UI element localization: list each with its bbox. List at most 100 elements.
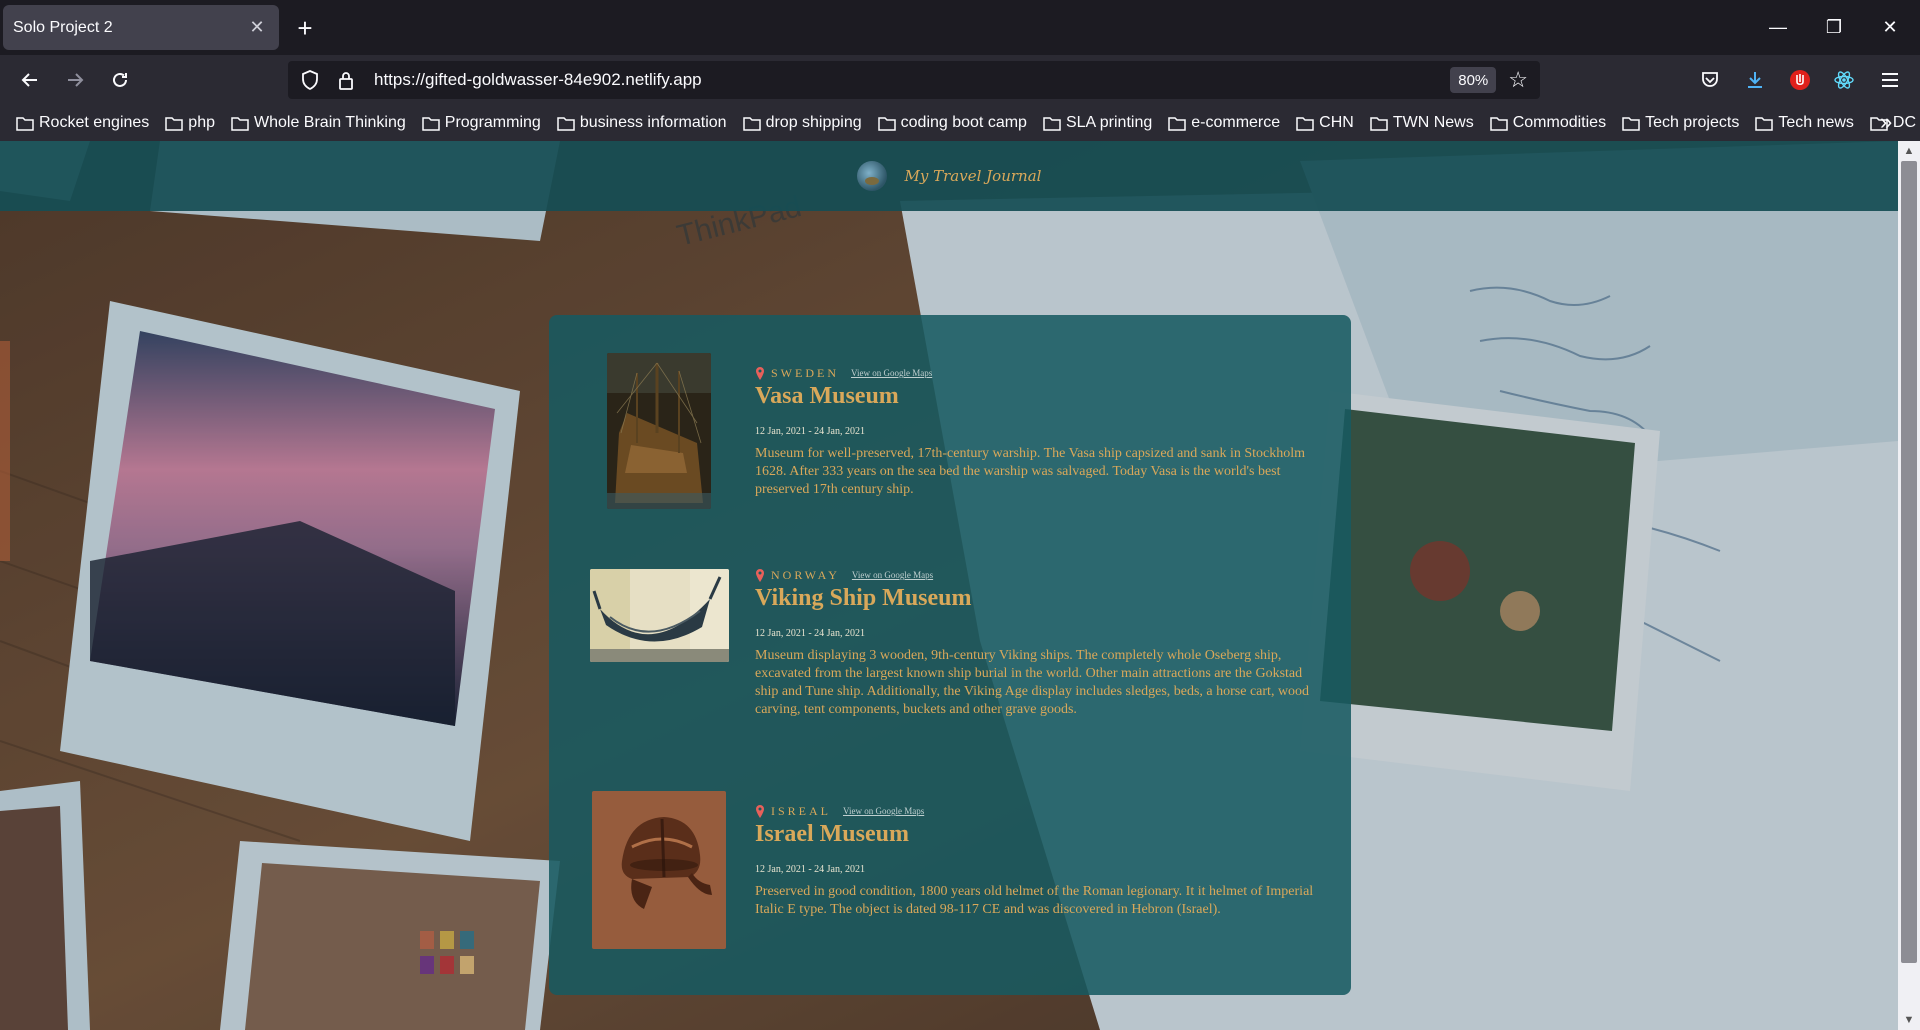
folder-icon (422, 116, 440, 131)
country-label: ISREAL (771, 803, 831, 818)
bookmark-folder[interactable]: SLA printing (1041, 109, 1156, 137)
bookmark-label: drop shipping (765, 114, 862, 131)
roman-helmet-photo (592, 791, 726, 949)
vasa-ship-photo (607, 353, 711, 509)
bookmark-folder[interactable]: Commodities (1488, 109, 1610, 137)
scrollbar-thumb[interactable] (1901, 161, 1917, 963)
entry-title: Viking Ship Museum (755, 585, 972, 611)
folder-icon (1755, 116, 1774, 131)
pocket-icon[interactable] (1697, 67, 1723, 93)
scroll-down-arrow-icon[interactable]: ▼ (1898, 1010, 1920, 1030)
folder-icon (877, 116, 896, 131)
bookmark-folder[interactable]: e-commerce (1166, 109, 1284, 137)
bookmark-folder[interactable]: Rocket engines (14, 109, 153, 137)
folder-icon (1489, 116, 1508, 131)
navigation-toolbar: https://gifted-goldwasser-84e902.netlify… (0, 55, 1920, 105)
viking-ship-photo (590, 569, 729, 662)
folder-icon (742, 116, 761, 131)
reload-button[interactable] (104, 64, 136, 96)
bookmark-label: Commodities (1512, 114, 1607, 131)
restore-button[interactable]: ❐ (1806, 8, 1862, 46)
address-bar[interactable]: https://gifted-goldwasser-84e902.netlify… (288, 61, 1540, 99)
entry-info: ISREAL View on Google Maps Israel Museum… (755, 803, 1315, 919)
bookmark-label: php (188, 114, 215, 131)
browser-tab[interactable]: Solo Project 2 ✕ (3, 5, 279, 50)
country-label: SWEDEN (771, 365, 839, 380)
tab-strip: Solo Project 2 ✕ + — ❐ ✕ (0, 0, 1920, 55)
bookmark-star-icon[interactable]: ☆ (1508, 67, 1528, 93)
bookmarks-overflow-chevron-icon[interactable]: » (1880, 109, 1892, 135)
map-pin-icon (756, 568, 764, 582)
url-text[interactable]: https://gifted-goldwasser-84e902.netlify… (374, 70, 1450, 90)
folder-icon (165, 116, 184, 131)
scroll-up-arrow-icon[interactable]: ▲ (1898, 141, 1920, 161)
bookmark-label: Rocket engines (39, 114, 150, 131)
bookmark-folder[interactable]: Tech projects (1620, 109, 1743, 137)
bookmark-folder[interactable]: Tech news (1753, 109, 1858, 137)
globe-logo-icon (856, 161, 887, 191)
reload-icon (113, 72, 127, 87)
bookmark-label: Programming (444, 114, 541, 131)
bookmark-folder[interactable]: drop shipping (741, 109, 866, 137)
new-tab-button[interactable]: + (290, 13, 320, 43)
folder-icon (1622, 116, 1640, 131)
lock-icon[interactable] (334, 68, 358, 92)
ublock-extension-icon[interactable] (1787, 67, 1813, 93)
close-window-button[interactable]: ✕ (1862, 8, 1918, 46)
location-line: SWEDEN View on Google Maps (755, 365, 1315, 381)
bookmark-label: business information (579, 114, 727, 131)
folder-icon (16, 116, 34, 131)
map-pin-icon (756, 804, 764, 818)
folder-icon (1296, 116, 1314, 131)
bookmark-folder[interactable]: php (163, 109, 219, 137)
bookmark-folder[interactable]: DC trip (1868, 109, 1920, 137)
downloads-icon[interactable] (1742, 67, 1768, 93)
site-title: My Travel Journal (904, 167, 1042, 185)
bookmark-folder[interactable]: coding boot camp (876, 109, 1031, 137)
entry-description: Museum displaying 3 wooden, 9th-century … (755, 648, 1310, 717)
bookmark-label: SLA printing (1065, 114, 1153, 131)
entry-description: Museum for well-preserved, 17th-century … (755, 446, 1306, 497)
minimize-button[interactable]: — (1750, 8, 1806, 46)
back-arrow-icon (21, 73, 37, 87)
google-maps-link[interactable]: View on Google Maps (851, 368, 932, 378)
folder-icon (1168, 116, 1186, 131)
bookmark-label: TWN News (1392, 114, 1474, 131)
bookmark-folder[interactable]: Programming (420, 109, 545, 137)
bookmark-folder[interactable]: Whole Brain Thinking (229, 109, 410, 137)
folder-icon (1043, 116, 1061, 131)
entry-title: Israel Museum (755, 821, 909, 847)
map-pin-icon (756, 366, 764, 380)
journal-card: SWEDEN View on Google Maps Vasa Museum 1… (549, 315, 1351, 995)
entry-info: SWEDEN View on Google Maps Vasa Museum 1… (755, 365, 1315, 499)
bookmark-label: Tech projects (1645, 114, 1740, 131)
folder-icon (557, 116, 575, 131)
entry-info: NORWAY View on Google Maps Viking Ship M… (755, 567, 1315, 719)
google-maps-link[interactable]: View on Google Maps (852, 570, 933, 580)
bookmark-label: DC trip (1892, 114, 1920, 131)
bookmark-folder[interactable]: CHN (1294, 109, 1358, 137)
back-button[interactable] (14, 64, 46, 96)
entry-description: Preserved in good condition, 1800 years … (755, 884, 1314, 917)
zoom-level-badge[interactable]: 80% (1450, 67, 1497, 93)
bookmark-label: Whole Brain Thinking (254, 114, 406, 131)
forward-button[interactable] (59, 64, 91, 96)
forward-arrow-icon (68, 73, 84, 87)
folder-icon (1370, 116, 1388, 131)
react-devtools-icon[interactable] (1831, 67, 1857, 93)
entry-title: Vasa Museum (755, 383, 899, 409)
bookmark-folder[interactable]: TWN News (1368, 109, 1478, 137)
bookmark-label: CHN (1319, 114, 1354, 131)
page-viewport: ThinkPad My Travel Journal SWEDEN View o… (0, 141, 1898, 1030)
location-line: NORWAY View on Google Maps (755, 567, 1315, 583)
entry-dates: 12 Jan, 2021 - 24 Jan, 2021 (755, 628, 865, 639)
entry-dates: 12 Jan, 2021 - 24 Jan, 2021 (755, 864, 865, 875)
google-maps-link[interactable]: View on Google Maps (843, 806, 924, 816)
bookmark-folder[interactable]: business information (555, 109, 731, 137)
tab-title: Solo Project 2 (13, 18, 113, 36)
shield-icon[interactable] (298, 68, 322, 92)
page-scrollbar[interactable]: ▲ ▼ (1898, 141, 1920, 1030)
site-header: My Travel Journal (0, 141, 1898, 211)
tab-close-icon[interactable]: ✕ (245, 16, 269, 40)
menu-icon[interactable] (1877, 67, 1903, 93)
